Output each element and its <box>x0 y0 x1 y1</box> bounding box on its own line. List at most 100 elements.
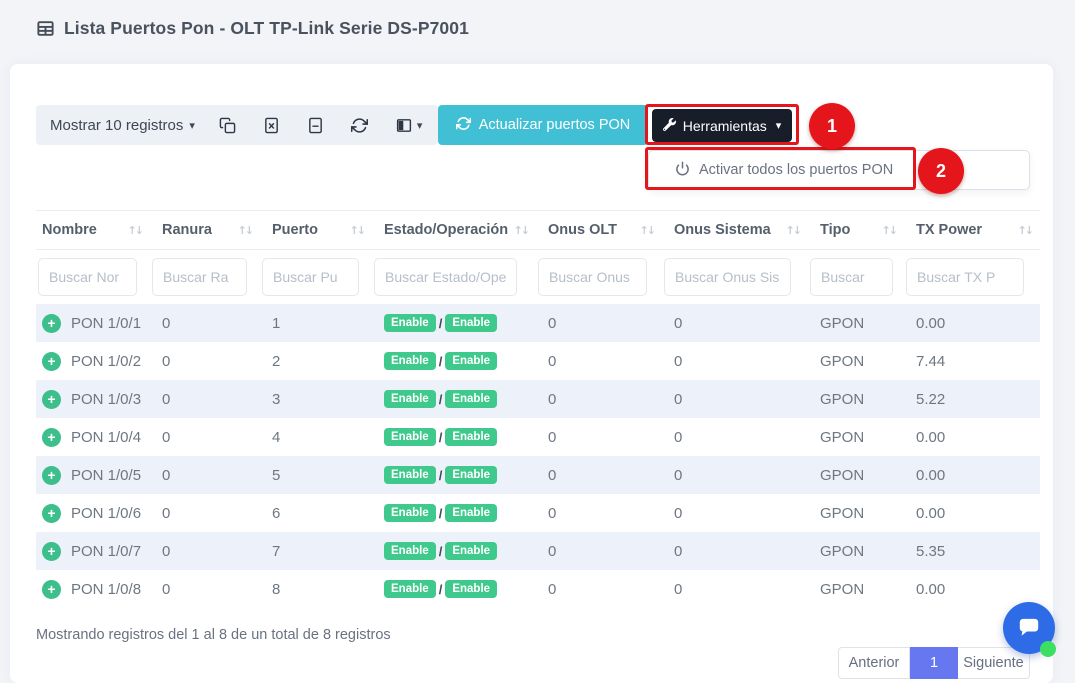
annotation-step-2: 2 <box>918 148 964 194</box>
columns-icon <box>395 117 413 134</box>
puerto-cell: 8 <box>260 570 372 608</box>
column-header-5[interactable]: Onus Sistema ↑↓ <box>662 211 808 249</box>
puerto-value: 4 <box>272 428 281 446</box>
onus-sistema-value: 0 <box>674 428 683 446</box>
puerto-value: 8 <box>272 580 281 598</box>
table-body: + PON 1/0/1 0 1 Enable / Enable 0 0 GPON 0.00 + PON … <box>36 304 1040 608</box>
column-header-label: Onus Sistema <box>674 222 771 238</box>
column-header-3[interactable]: Estado/Operación ↑↓ <box>372 211 536 249</box>
column-header-label: Estado/Operación <box>384 222 509 238</box>
name-cell: + PON 1/0/3 <box>36 380 150 418</box>
search-cell <box>36 258 150 296</box>
column-search-input-0[interactable] <box>38 258 137 296</box>
column-search-input-3[interactable] <box>374 258 517 296</box>
tx-power-value: 0.00 <box>916 580 946 598</box>
puerto-value: 5 <box>272 466 281 484</box>
column-header-label: TX Power <box>916 222 983 238</box>
search-cell <box>662 258 808 296</box>
tx-power-cell: 0.00 <box>904 304 1040 342</box>
column-header-7[interactable]: TX Power ↑↓ <box>904 211 1040 249</box>
operacion-badge: Enable <box>445 389 498 409</box>
expand-row-button[interactable]: + <box>42 427 61 447</box>
tx-power-cell: 5.22 <box>904 380 1040 418</box>
table-row: + PON 1/0/3 0 3 Enable / Enable 0 0 GPON 5.22 <box>36 380 1040 418</box>
chevron-down-icon: ▾ <box>775 119 782 132</box>
tipo-cell: GPON <box>808 304 904 342</box>
expand-row-button[interactable]: + <box>42 465 61 485</box>
activate-all-pon-ports-item[interactable]: Activar todos los puertos PON <box>649 151 1029 189</box>
onus-olt-value: 0 <box>548 390 557 408</box>
expand-row-button[interactable]: + <box>42 503 61 523</box>
onus-sistema-value: 0 <box>674 352 683 370</box>
tipo-value: GPON <box>820 504 865 522</box>
tipo-cell: GPON <box>808 570 904 608</box>
activate-all-pon-ports-label: Activar todos los puertos PON <box>699 162 894 178</box>
column-header-label: Ranura <box>162 222 212 238</box>
estado-badge: Enable <box>384 389 436 409</box>
expand-row-button[interactable]: + <box>42 351 61 371</box>
column-header-4[interactable]: Onus OLT ↑↓ <box>536 211 662 249</box>
badge-separator: / <box>438 581 443 597</box>
tipo-cell: GPON <box>808 418 904 456</box>
estado-badge: Enable <box>384 541 436 561</box>
column-search-input-6[interactable] <box>810 258 893 296</box>
operacion-badge: Enable <box>445 427 498 447</box>
puerto-cell: 6 <box>260 494 372 532</box>
reload-table-button[interactable] <box>350 117 368 134</box>
puerto-value: 1 <box>272 314 281 332</box>
column-header-6[interactable]: Tipo ↑↓ <box>808 211 904 249</box>
column-search-input-4[interactable] <box>538 258 648 296</box>
expand-row-button[interactable]: + <box>42 579 61 599</box>
page-length-select[interactable]: Mostrar 10 registros ▾ <box>50 117 195 134</box>
column-header-1[interactable]: Ranura ↑↓ <box>150 211 260 249</box>
operacion-badge: Enable <box>445 503 498 523</box>
badge-separator: / <box>438 353 443 369</box>
ranura-cell: 0 <box>150 570 260 608</box>
port-name: PON 1/0/3 <box>71 390 142 408</box>
export-buttons: ▾ <box>219 117 422 134</box>
expand-row-button[interactable]: + <box>42 389 61 409</box>
onus-sistema-cell: 0 <box>662 456 808 494</box>
update-pon-ports-button[interactable]: Actualizar puertos PON <box>438 105 648 145</box>
table-toolbar: Mostrar 10 registros ▾ ▾ <box>36 105 438 145</box>
column-header-0[interactable]: Nombre ↑↓ <box>36 211 150 249</box>
expand-row-button[interactable]: + <box>42 313 61 333</box>
tipo-value: GPON <box>820 352 865 370</box>
pdf-export-button[interactable] <box>307 117 324 134</box>
onus-olt-value: 0 <box>548 352 557 370</box>
port-name: PON 1/0/5 <box>71 466 142 484</box>
onus-olt-cell: 0 <box>536 342 662 380</box>
sort-icon: ↑↓ <box>127 223 145 237</box>
column-search-input-1[interactable] <box>152 258 248 296</box>
search-cell <box>372 258 536 296</box>
pagination-page-1-button[interactable]: 1 <box>910 647 958 679</box>
column-header-2[interactable]: Puerto ↑↓ <box>260 211 372 249</box>
name-cell: + PON 1/0/6 <box>36 494 150 532</box>
tx-power-value: 7.44 <box>916 352 946 370</box>
column-search-input-5[interactable] <box>664 258 791 296</box>
estado-operacion-cell: Enable / Enable <box>372 418 536 456</box>
excel-export-button[interactable] <box>263 117 280 134</box>
chat-widget-button[interactable] <box>1003 602 1056 657</box>
pagination: Anterior 1 Siguiente <box>838 647 1030 679</box>
onus-sistema-value: 0 <box>674 390 683 408</box>
onus-sistema-cell: 0 <box>662 418 808 456</box>
estado-badge: Enable <box>384 503 436 523</box>
column-search-input-2[interactable] <box>262 258 359 296</box>
puerto-cell: 3 <box>260 380 372 418</box>
sort-icon: ↑↓ <box>785 223 803 237</box>
column-visibility-button[interactable]: ▾ <box>395 117 422 134</box>
column-search-input-7[interactable] <box>906 258 1024 296</box>
ranura-value: 0 <box>162 580 171 598</box>
tipo-value: GPON <box>820 428 865 446</box>
expand-row-button[interactable]: + <box>42 541 61 561</box>
port-name: PON 1/0/7 <box>71 542 142 560</box>
name-cell: + PON 1/0/1 <box>36 304 150 342</box>
tools-dropdown-button[interactable]: Herramientas ▾ <box>652 109 792 142</box>
copy-button[interactable] <box>219 117 236 134</box>
tipo-cell: GPON <box>808 342 904 380</box>
column-header-label: Nombre <box>42 222 97 238</box>
tools-label: Herramientas <box>682 117 767 134</box>
pagination-previous-button[interactable]: Anterior <box>838 647 910 679</box>
estado-badge: Enable <box>384 427 436 447</box>
